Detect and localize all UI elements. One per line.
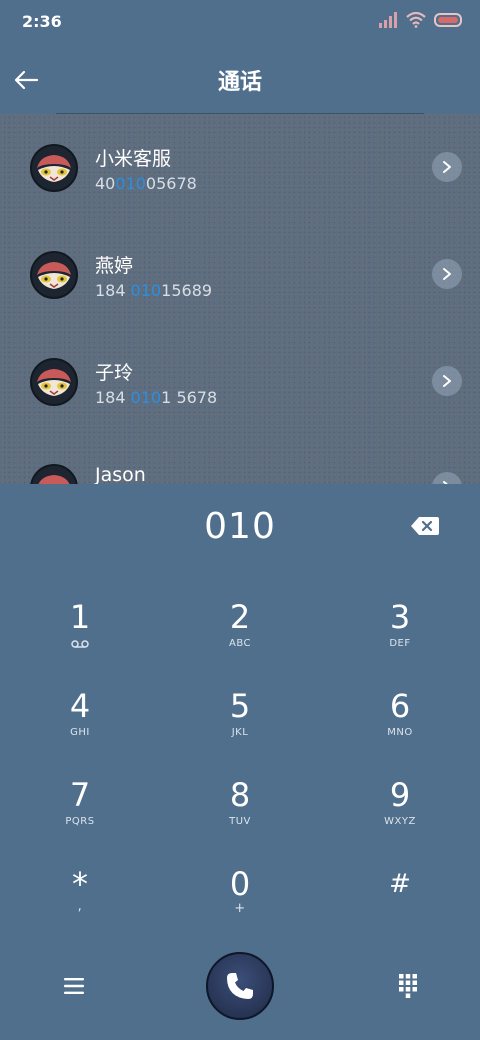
key-4[interactable]: 4 GHI bbox=[20, 687, 140, 757]
menu-button[interactable] bbox=[56, 968, 92, 1004]
call-button[interactable] bbox=[206, 952, 274, 1020]
key-hash[interactable]: # bbox=[340, 865, 460, 935]
key-star[interactable]: * , bbox=[20, 865, 140, 935]
dialed-number: 010 bbox=[204, 506, 276, 547]
menu-icon bbox=[64, 978, 84, 994]
key-1[interactable]: 1 bbox=[20, 598, 140, 668]
contact-results-list[interactable]: 小米客服 4001005678 燕婷 184 01015689 子玲 184 0… bbox=[0, 114, 480, 484]
contact-detail-button[interactable] bbox=[432, 366, 462, 396]
wifi-icon bbox=[406, 12, 426, 28]
status-bar: 2:36 bbox=[0, 0, 480, 44]
contact-detail-button[interactable] bbox=[432, 259, 462, 289]
avatar bbox=[30, 251, 78, 299]
contact-item[interactable]: 子玲 184 0101 5678 bbox=[0, 358, 480, 438]
contact-detail-button[interactable] bbox=[432, 472, 462, 484]
status-icons bbox=[378, 12, 462, 28]
app-bar: 通话 bbox=[0, 44, 480, 114]
avatar bbox=[30, 144, 78, 192]
dialpad-icon bbox=[399, 974, 417, 998]
contact-name: Jason bbox=[95, 464, 146, 484]
dialpad-toggle-button[interactable] bbox=[390, 968, 426, 1004]
status-time: 2:36 bbox=[22, 12, 62, 31]
chevron-right-icon bbox=[443, 161, 451, 173]
key-3[interactable]: 3 DEF bbox=[340, 598, 460, 668]
contact-number: 184 0101 5678 bbox=[95, 388, 218, 407]
key-8[interactable]: 8 TUV bbox=[180, 776, 300, 846]
key-5[interactable]: 5 JKL bbox=[180, 687, 300, 757]
contact-number: 4001005678 bbox=[95, 174, 197, 193]
contact-number: 184 01015689 bbox=[95, 281, 213, 300]
contact-name: 燕婷 bbox=[95, 255, 134, 277]
battery-icon bbox=[434, 13, 462, 27]
contact-name: 子玲 bbox=[95, 362, 134, 384]
contact-item[interactable]: Jason bbox=[0, 464, 480, 484]
match-highlight: 010 bbox=[130, 281, 162, 300]
contact-name: 小米客服 bbox=[95, 148, 172, 170]
signal-icon bbox=[379, 12, 397, 28]
key-0[interactable]: 0 + bbox=[180, 865, 300, 935]
contact-item[interactable]: 小米客服 4001005678 bbox=[0, 144, 480, 224]
contact-detail-button[interactable] bbox=[432, 152, 462, 182]
match-highlight: 010 bbox=[130, 388, 162, 407]
backspace-icon bbox=[411, 517, 439, 535]
voicemail-icon bbox=[71, 640, 89, 648]
match-highlight: 010 bbox=[115, 174, 146, 193]
chevron-right-icon bbox=[443, 375, 451, 387]
page-title: 通话 bbox=[217, 70, 262, 95]
backspace-button[interactable] bbox=[410, 516, 444, 538]
key-2[interactable]: 2 ABC bbox=[180, 598, 300, 668]
contact-item[interactable]: 燕婷 184 01015689 bbox=[0, 251, 480, 331]
chevron-right-icon bbox=[443, 268, 451, 280]
avatar bbox=[30, 464, 78, 484]
avatar bbox=[30, 358, 78, 406]
phone-icon bbox=[227, 973, 253, 999]
key-7[interactable]: 7 PQRS bbox=[20, 776, 140, 846]
key-9[interactable]: 9 WXYZ bbox=[340, 776, 460, 846]
key-6[interactable]: 6 MNO bbox=[340, 687, 460, 757]
